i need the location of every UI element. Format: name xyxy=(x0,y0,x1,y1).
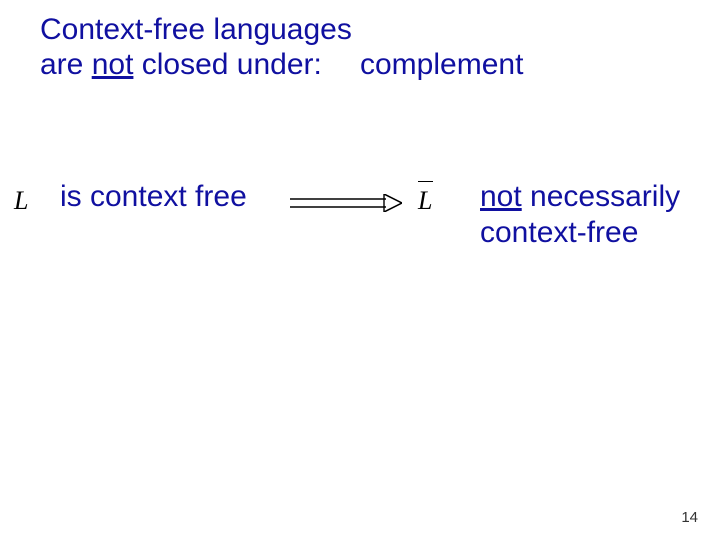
is-context-free: is context free xyxy=(60,180,247,214)
symbol-L: L xyxy=(14,186,28,216)
not-underlined: not xyxy=(480,180,522,213)
slide: Context-free languages are not closed un… xyxy=(0,0,720,540)
title-not: not xyxy=(92,48,134,81)
title-line-2-left: are not closed under: xyxy=(40,48,322,82)
symbol-L-complement: L xyxy=(418,186,432,216)
title-closed-under: closed under: xyxy=(133,48,321,81)
page-number: 14 xyxy=(681,509,698,526)
overline-bar-icon xyxy=(418,181,433,182)
title-are: are xyxy=(40,48,92,81)
necessarily-word: necessarily xyxy=(522,180,680,213)
not-necessarily-line2: context-free xyxy=(480,216,638,250)
not-necessarily-line1: not necessarily xyxy=(480,180,680,214)
title-line-1: Context-free languages xyxy=(40,12,352,48)
complement-label: complement xyxy=(360,48,523,82)
implies-arrow-icon xyxy=(290,194,402,212)
